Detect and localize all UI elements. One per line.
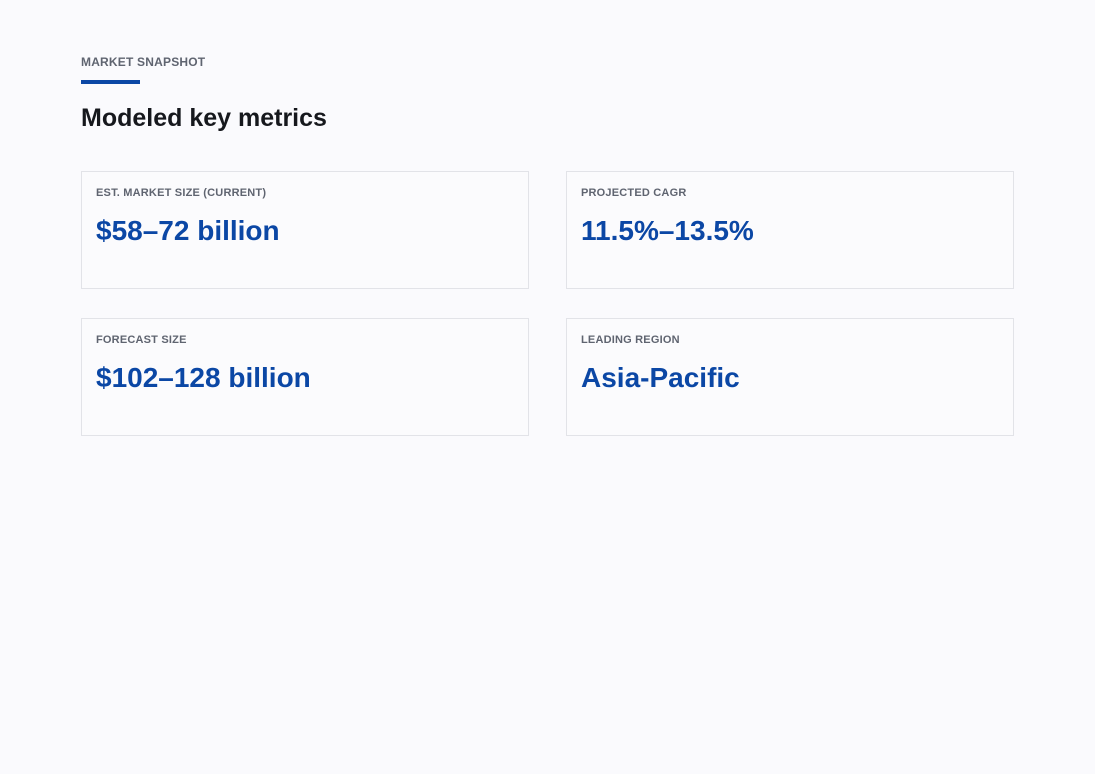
metric-label: EST. MARKET SIZE (CURRENT) bbox=[96, 187, 267, 199]
metric-value: $58–72 billion bbox=[96, 215, 280, 246]
metric-card-market-size: EST. MARKET SIZE (CURRENT) $58–72 billio… bbox=[81, 171, 529, 289]
metric-card-forecast-size: FORECAST SIZE $102–128 billion bbox=[81, 318, 529, 436]
metric-label: LEADING REGION bbox=[581, 334, 680, 346]
metric-card-leading-region: LEADING REGION Asia-Pacific bbox=[566, 318, 1014, 436]
metric-value: Asia-Pacific bbox=[581, 362, 740, 393]
metric-card-cagr: PROJECTED CAGR 11.5%–13.5% bbox=[566, 171, 1014, 289]
metric-label: FORECAST SIZE bbox=[96, 334, 187, 346]
section-title: Modeled key metrics bbox=[81, 104, 327, 132]
metric-value: 11.5%–13.5% bbox=[581, 215, 754, 246]
section-eyebrow: MARKET SNAPSHOT bbox=[81, 55, 206, 69]
accent-rule bbox=[81, 80, 140, 84]
metric-label: PROJECTED CAGR bbox=[581, 187, 687, 199]
metric-value: $102–128 billion bbox=[96, 362, 311, 393]
metrics-grid: EST. MARKET SIZE (CURRENT) $58–72 billio… bbox=[81, 171, 1014, 436]
